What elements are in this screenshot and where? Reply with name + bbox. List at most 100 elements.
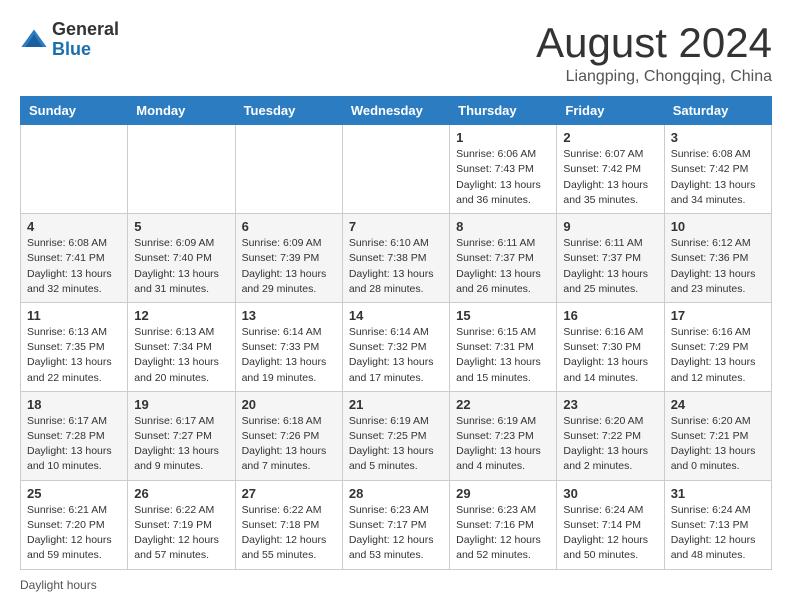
table-row: [342, 125, 449, 214]
day-number: 26: [134, 486, 228, 501]
table-row: 5 Sunrise: 6:09 AM Sunset: 7:40 PM Daylig…: [128, 214, 235, 303]
logo-blue: Blue: [52, 39, 91, 59]
table-row: 13 Sunrise: 6:14 AM Sunset: 7:33 PM Dayli…: [235, 302, 342, 391]
day-info: Sunrise: 6:19 AM Sunset: 7:25 PM Dayligh…: [349, 414, 443, 475]
day-info: Sunrise: 6:21 AM Sunset: 7:20 PM Dayligh…: [27, 503, 121, 564]
table-row: 12 Sunrise: 6:13 AM Sunset: 7:34 PM Dayli…: [128, 302, 235, 391]
day-number: 17: [671, 308, 765, 323]
header-thursday: Thursday: [450, 97, 557, 125]
day-number: 22: [456, 397, 550, 412]
calendar-table: Sunday Monday Tuesday Wednesday Thursday…: [20, 96, 772, 569]
day-info: Sunrise: 6:14 AM Sunset: 7:33 PM Dayligh…: [242, 325, 336, 386]
day-info: Sunrise: 6:08 AM Sunset: 7:42 PM Dayligh…: [671, 147, 765, 208]
header-sunday: Sunday: [21, 97, 128, 125]
day-number: 29: [456, 486, 550, 501]
day-info: Sunrise: 6:22 AM Sunset: 7:19 PM Dayligh…: [134, 503, 228, 564]
table-row: 18 Sunrise: 6:17 AM Sunset: 7:28 PM Dayli…: [21, 391, 128, 480]
table-row: [128, 125, 235, 214]
day-info: Sunrise: 6:16 AM Sunset: 7:29 PM Dayligh…: [671, 325, 765, 386]
day-number: 5: [134, 219, 228, 234]
day-info: Sunrise: 6:10 AM Sunset: 7:38 PM Dayligh…: [349, 236, 443, 297]
header-tuesday: Tuesday: [235, 97, 342, 125]
day-number: 23: [563, 397, 657, 412]
day-number: 11: [27, 308, 121, 323]
day-info: Sunrise: 6:17 AM Sunset: 7:27 PM Dayligh…: [134, 414, 228, 475]
day-info: Sunrise: 6:14 AM Sunset: 7:32 PM Dayligh…: [349, 325, 443, 386]
day-info: Sunrise: 6:13 AM Sunset: 7:34 PM Dayligh…: [134, 325, 228, 386]
day-info: Sunrise: 6:15 AM Sunset: 7:31 PM Dayligh…: [456, 325, 550, 386]
day-number: 18: [27, 397, 121, 412]
day-info: Sunrise: 6:20 AM Sunset: 7:21 PM Dayligh…: [671, 414, 765, 475]
day-number: 24: [671, 397, 765, 412]
day-number: 7: [349, 219, 443, 234]
day-number: 31: [671, 486, 765, 501]
table-row: 7 Sunrise: 6:10 AM Sunset: 7:38 PM Daylig…: [342, 214, 449, 303]
header-friday: Friday: [557, 97, 664, 125]
header-saturday: Saturday: [664, 97, 771, 125]
calendar-header-row: Sunday Monday Tuesday Wednesday Thursday…: [21, 97, 772, 125]
day-number: 20: [242, 397, 336, 412]
logo: General Blue: [20, 20, 119, 60]
day-number: 28: [349, 486, 443, 501]
table-row: 3 Sunrise: 6:08 AM Sunset: 7:42 PM Daylig…: [664, 125, 771, 214]
day-info: Sunrise: 6:11 AM Sunset: 7:37 PM Dayligh…: [563, 236, 657, 297]
table-row: 27 Sunrise: 6:22 AM Sunset: 7:18 PM Dayli…: [235, 480, 342, 569]
day-number: 4: [27, 219, 121, 234]
table-row: 2 Sunrise: 6:07 AM Sunset: 7:42 PM Daylig…: [557, 125, 664, 214]
day-info: Sunrise: 6:09 AM Sunset: 7:39 PM Dayligh…: [242, 236, 336, 297]
day-info: Sunrise: 6:19 AM Sunset: 7:23 PM Dayligh…: [456, 414, 550, 475]
day-number: 3: [671, 130, 765, 145]
table-row: 17 Sunrise: 6:16 AM Sunset: 7:29 PM Dayli…: [664, 302, 771, 391]
day-number: 15: [456, 308, 550, 323]
day-info: Sunrise: 6:23 AM Sunset: 7:16 PM Dayligh…: [456, 503, 550, 564]
table-row: 21 Sunrise: 6:19 AM Sunset: 7:25 PM Dayli…: [342, 391, 449, 480]
day-info: Sunrise: 6:06 AM Sunset: 7:43 PM Dayligh…: [456, 147, 550, 208]
calendar-week-row: 1 Sunrise: 6:06 AM Sunset: 7:43 PM Daylig…: [21, 125, 772, 214]
title-section: August 2024 Liangping, Chongqing, China: [536, 20, 772, 86]
logo-general: General: [52, 19, 119, 39]
day-number: 6: [242, 219, 336, 234]
day-number: 16: [563, 308, 657, 323]
table-row: 23Sunrise: 6:20 AM Sunset: 7:22 PM Dayli…: [557, 391, 664, 480]
table-row: 14 Sunrise: 6:14 AM Sunset: 7:32 PM Dayli…: [342, 302, 449, 391]
table-row: 4 Sunrise: 6:08 AM Sunset: 7:41 PM Daylig…: [21, 214, 128, 303]
header-monday: Monday: [128, 97, 235, 125]
table-row: 26 Sunrise: 6:22 AM Sunset: 7:19 PM Dayli…: [128, 480, 235, 569]
table-row: 1 Sunrise: 6:06 AM Sunset: 7:43 PM Daylig…: [450, 125, 557, 214]
day-info: Sunrise: 6:22 AM Sunset: 7:18 PM Dayligh…: [242, 503, 336, 564]
day-number: 27: [242, 486, 336, 501]
day-number: 13: [242, 308, 336, 323]
day-number: 14: [349, 308, 443, 323]
day-info: Sunrise: 6:11 AM Sunset: 7:37 PM Dayligh…: [456, 236, 550, 297]
day-info: Sunrise: 6:16 AM Sunset: 7:30 PM Dayligh…: [563, 325, 657, 386]
day-info: Sunrise: 6:13 AM Sunset: 7:35 PM Dayligh…: [27, 325, 121, 386]
table-row: [21, 125, 128, 214]
day-info: Sunrise: 6:08 AM Sunset: 7:41 PM Dayligh…: [27, 236, 121, 297]
day-info: Sunrise: 6:23 AM Sunset: 7:17 PM Dayligh…: [349, 503, 443, 564]
table-row: 19 Sunrise: 6:17 AM Sunset: 7:27 PM Dayli…: [128, 391, 235, 480]
day-info: Sunrise: 6:17 AM Sunset: 7:28 PM Dayligh…: [27, 414, 121, 475]
table-row: 8Sunrise: 6:11 AM Sunset: 7:37 PM Daylig…: [450, 214, 557, 303]
day-number: 10: [671, 219, 765, 234]
day-number: 21: [349, 397, 443, 412]
day-number: 19: [134, 397, 228, 412]
table-row: 10Sunrise: 6:12 AM Sunset: 7:36 PM Dayli…: [664, 214, 771, 303]
day-number: 1: [456, 130, 550, 145]
table-row: 20Sunrise: 6:18 AM Sunset: 7:26 PM Dayli…: [235, 391, 342, 480]
table-row: 16 Sunrise: 6:16 AM Sunset: 7:30 PM Dayli…: [557, 302, 664, 391]
footer-note: Daylight hours: [20, 578, 772, 592]
calendar-week-row: 25 Sunrise: 6:21 AM Sunset: 7:20 PM Dayli…: [21, 480, 772, 569]
day-number: 12: [134, 308, 228, 323]
day-info: Sunrise: 6:09 AM Sunset: 7:40 PM Dayligh…: [134, 236, 228, 297]
logo-icon: [20, 26, 48, 54]
day-number: 25: [27, 486, 121, 501]
table-row: [235, 125, 342, 214]
day-number: 2: [563, 130, 657, 145]
calendar-week-row: 18 Sunrise: 6:17 AM Sunset: 7:28 PM Dayli…: [21, 391, 772, 480]
table-row: 29 Sunrise: 6:23 AM Sunset: 7:16 PM Dayli…: [450, 480, 557, 569]
daylight-label: Daylight hours: [20, 578, 97, 592]
calendar-week-row: 4 Sunrise: 6:08 AM Sunset: 7:41 PM Daylig…: [21, 214, 772, 303]
table-row: 6 Sunrise: 6:09 AM Sunset: 7:39 PM Daylig…: [235, 214, 342, 303]
header-wednesday: Wednesday: [342, 97, 449, 125]
day-info: Sunrise: 6:07 AM Sunset: 7:42 PM Dayligh…: [563, 147, 657, 208]
